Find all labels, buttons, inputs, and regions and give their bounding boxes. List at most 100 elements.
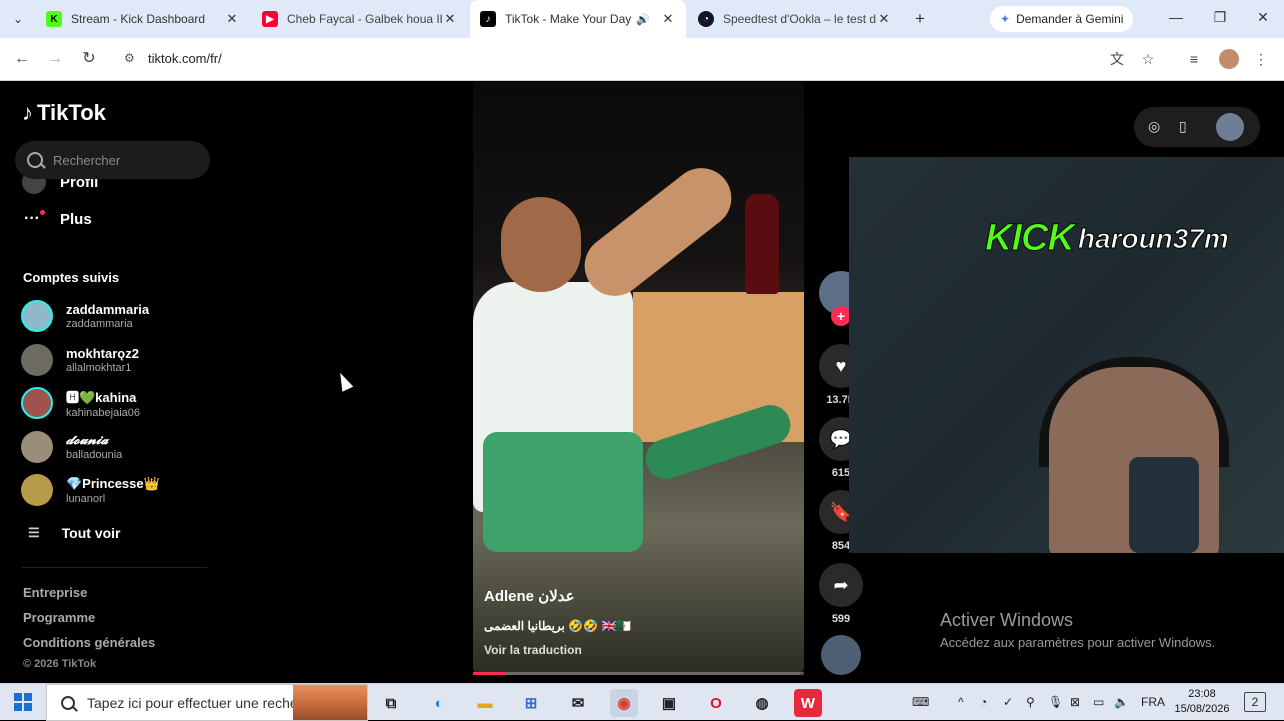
tab-tiktok[interactable]: ♪ TikTok - Make Your Day 🔊 ✕ [470, 0, 686, 38]
see-all-button[interactable]: ☰ Tout voir [28, 525, 121, 541]
clock-date: 15/08/2026 [1174, 703, 1230, 715]
chrome-menu-icon[interactable]: ⋮ [1251, 49, 1271, 69]
avatar [21, 300, 53, 332]
chrome-profile-avatar[interactable] [1219, 49, 1239, 69]
taskbar-search-placeholder: Tapez ici pour effectuer une recherche [87, 694, 325, 711]
tab-title: Speedtest d'Ookla – le test de [723, 12, 876, 26]
microphone-icon[interactable]: 🎙 [1048, 695, 1063, 709]
volume-icon[interactable]: 🔈 [1114, 695, 1129, 709]
store-icon[interactable]: ⊞ [517, 689, 545, 717]
address-bar[interactable]: ⚙ tiktok.com/fr/ [116, 44, 1166, 74]
account-name: 𝓭𝓸𝓾𝓷𝓲𝓪 [66, 433, 109, 448]
network-icon[interactable]: ▭ [1093, 695, 1104, 709]
tray-app-icon[interactable]: ⚲ [1026, 695, 1035, 709]
windows-start-icon[interactable] [14, 693, 32, 711]
wps-office-icon[interactable]: W [794, 689, 822, 717]
youtube-icon: ▶ [262, 11, 278, 27]
account-handle: balladounia [66, 449, 123, 461]
footer-link-conditions[interactable]: Conditions générales [23, 635, 155, 650]
obs-icon[interactable]: ◍ [748, 689, 776, 717]
taskbar-search[interactable]: Tapez ici pour effectuer une recherche [46, 684, 368, 721]
tab-kick[interactable]: K Stream - Kick Dashboard ✕ [36, 0, 250, 38]
task-view-icon[interactable]: ⧉ [377, 689, 405, 717]
maximize-icon[interactable]: ❐ [1210, 9, 1230, 26]
video-progress-bar[interactable] [473, 672, 804, 675]
account-name: mokhtarǫz2 [66, 346, 139, 361]
tab-speedtest[interactable]: ◔ Speedtest d'Ookla – le test de ✕ [688, 0, 902, 38]
translate-icon[interactable]: 文 [1107, 49, 1127, 69]
tray-app-icon[interactable]: ⊠ [1070, 695, 1080, 709]
account-handle: zaddammaria [66, 318, 133, 330]
minimize-icon[interactable]: — [1166, 9, 1186, 25]
followed-account[interactable]: 🅷💚kahina kahinabejaia06 [21, 387, 140, 419]
close-tab-icon[interactable]: ✕ [442, 11, 458, 27]
forward-arrow-icon[interactable]: → [45, 49, 65, 69]
site-info-icon[interactable]: ⚙ [124, 51, 135, 65]
footer-link-programme[interactable]: Programme [23, 610, 95, 625]
video-author[interactable]: Adlene عدلان [484, 587, 575, 605]
clock[interactable]: 23:08 15/08/2026 [1172, 687, 1232, 717]
music-disc-avatar[interactable] [821, 635, 861, 675]
close-tab-icon[interactable]: ✕ [224, 11, 240, 27]
file-explorer-icon[interactable]: ▬ [471, 689, 499, 717]
copyright: © 2026 TikTok [23, 658, 97, 670]
account-handle: kahinabejaia06 [66, 407, 141, 419]
media-controls-icon[interactable]: ≡ [1184, 49, 1204, 69]
mail-icon[interactable]: ✉ [564, 689, 592, 717]
tab-search-chevron-icon[interactable]: ⌄ [8, 9, 28, 29]
chrome-icon[interactable]: ◉ [610, 689, 638, 717]
share-count: 599 [831, 613, 851, 625]
video-scene [745, 194, 779, 294]
sidebar-item-plus[interactable]: ··· Plus [24, 210, 92, 228]
url-text: tiktok.com/fr/ [148, 51, 222, 66]
user-avatar[interactable] [1216, 113, 1244, 141]
tab-title: Cheb Faycal - Galbek houa Ibalek [287, 12, 442, 26]
new-tab-button[interactable]: + [910, 9, 930, 29]
tray-app-icon[interactable]: ✓ [1003, 695, 1013, 709]
follow-plus-icon[interactable]: + [831, 306, 851, 326]
tray-expand-icon[interactable]: ^ [958, 695, 964, 709]
followed-account[interactable]: 𝓭𝓸𝓾𝓷𝓲𝓪 balladounia [21, 431, 122, 463]
gemini-button[interactable]: ✦ Demander à Gemini [990, 6, 1134, 32]
search-box[interactable] [15, 141, 210, 179]
watermark-subtitle: Accédez aux paramètres pour activer Wind… [940, 635, 1216, 650]
keyboard-icon[interactable]: ⌨ [912, 695, 929, 709]
speaker-icon[interactable]: 🔊 [636, 13, 650, 26]
tiktok-page: ♪ TikTok Profil ··· Plus Comptes suivis … [0, 82, 1284, 683]
device-icon[interactable]: ▯ [1179, 118, 1187, 135]
close-window-icon[interactable]: ✕ [1253, 9, 1273, 26]
avatar [21, 431, 53, 463]
tray-app-icon[interactable]: ◔ [980, 695, 987, 709]
gemini-label: Demander à Gemini [1016, 12, 1124, 26]
followed-account[interactable]: 💎Princesse👑 lunanorl [21, 474, 160, 506]
video-progress-fill [473, 672, 507, 675]
search-input[interactable] [53, 152, 193, 168]
search-icon [61, 695, 75, 710]
app-icon[interactable]: ▣ [655, 689, 683, 717]
share-arrow-icon[interactable]: ➦ [819, 563, 863, 607]
notification-count: 2 [1251, 695, 1259, 709]
share-action[interactable]: ➦ 599 [819, 563, 863, 625]
followed-account[interactable]: mokhtarǫz2 allalmokhtar1 [21, 344, 139, 376]
tiktok-logo[interactable]: ♪ TikTok [22, 100, 106, 126]
close-tab-icon[interactable]: ✕ [660, 11, 676, 27]
language-indicator[interactable]: FRA [1141, 695, 1165, 709]
bookmark-star-icon[interactable]: ☆ [1138, 49, 1158, 69]
close-tab-icon[interactable]: ✕ [876, 11, 892, 27]
notification-center-icon[interactable]: 2 [1244, 692, 1266, 712]
opera-icon[interactable]: O [702, 689, 730, 717]
coin-icon[interactable]: ◎ [1148, 118, 1160, 135]
account-handle: lunanorl [66, 492, 106, 505]
footer-link-entreprise[interactable]: Entreprise [23, 585, 87, 600]
followed-account[interactable]: zaddammaria zaddammaria [21, 300, 149, 332]
back-arrow-icon[interactable]: ← [12, 49, 32, 69]
translate-link[interactable]: Voir la traduction [484, 643, 582, 657]
list-icon: ☰ [28, 525, 40, 540]
speedtest-icon: ◔ [698, 11, 714, 27]
video-caption: بريطانيا العضمى 🤣🤣 🇬🇧🇩🇿 [484, 619, 632, 633]
following-section-title: Comptes suivis [23, 270, 120, 285]
reload-icon[interactable]: ↻ [79, 49, 99, 69]
tab-youtube[interactable]: ▶ Cheb Faycal - Galbek houa Ibalek ✕ [252, 0, 468, 38]
edge-icon[interactable]: ◐ [425, 689, 453, 717]
see-all-label: Tout voir [61, 525, 121, 541]
